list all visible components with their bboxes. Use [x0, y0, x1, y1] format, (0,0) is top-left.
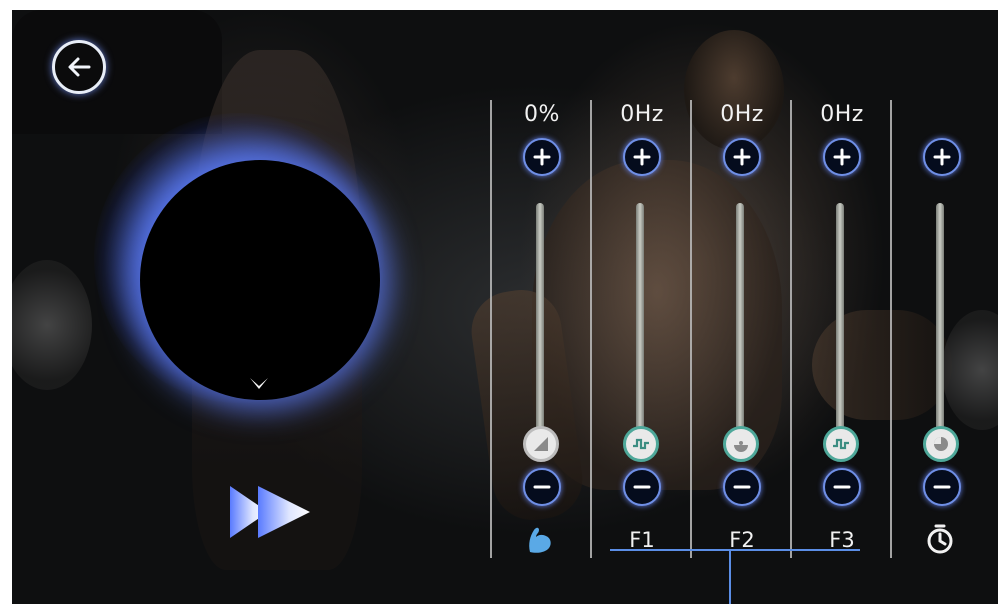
minus-icon [633, 485, 651, 489]
f3-plus-button[interactable] [823, 138, 861, 176]
plus-icon [933, 148, 951, 166]
gauge-icon [734, 441, 748, 452]
chevron-down-icon [250, 378, 268, 389]
flexed-arm-icon [529, 527, 551, 553]
app-screen: 0% 0Hz F1 0Hz F2 0Hz F3 [12, 10, 998, 604]
background-dumbbell-right [942, 310, 998, 430]
intensity-slider-thumb[interactable] [523, 426, 559, 462]
minus-icon [733, 485, 751, 489]
stopwatch-icon [927, 524, 953, 554]
timer-plus-button[interactable] [923, 138, 961, 176]
f3-minus-button[interactable] [823, 468, 861, 506]
background-dumbbell [12, 260, 92, 390]
f1-minus-button[interactable] [623, 468, 661, 506]
f2-value: 0Hz [720, 102, 764, 127]
minus-icon [533, 485, 551, 489]
minus-icon [833, 485, 851, 489]
intensity-dial[interactable] [140, 160, 380, 400]
f2-minus-button[interactable] [723, 468, 761, 506]
background-man-arm-right [812, 310, 952, 420]
f1-value: 0Hz [620, 102, 664, 127]
column-divider [590, 100, 592, 558]
column-divider [490, 100, 492, 558]
f3-slider-thumb[interactable] [823, 426, 859, 462]
column-divider [790, 100, 792, 558]
plus-icon [633, 148, 651, 166]
f1-slider-track[interactable] [636, 203, 644, 453]
column-divider [890, 100, 892, 558]
background-woman-shorts [12, 10, 222, 134]
pulse-wave-icon [833, 438, 849, 450]
f3-value: 0Hz [820, 102, 864, 127]
minus-icon [933, 485, 951, 489]
f1-slider-thumb[interactable] [623, 426, 659, 462]
intensity-minus-button[interactable] [523, 468, 561, 506]
plus-icon [733, 148, 751, 166]
plus-icon [533, 148, 551, 166]
f2-slider-thumb[interactable] [723, 426, 759, 462]
arrow-left-circle-icon [63, 51, 95, 83]
fast-forward-icon[interactable] [228, 480, 312, 544]
f2-slider-track[interactable] [736, 203, 744, 453]
timer-minus-button[interactable] [923, 468, 961, 506]
intensity-slider-track[interactable] [536, 203, 544, 453]
timer-slider-track[interactable] [936, 203, 944, 453]
ramp-icon [534, 437, 548, 451]
f3-slider-track[interactable] [836, 203, 844, 453]
f1-plus-button[interactable] [623, 138, 661, 176]
plus-icon [833, 148, 851, 166]
intensity-value: 0% [524, 102, 560, 127]
timer-slider-thumb[interactable] [923, 426, 959, 462]
back-button[interactable] [52, 40, 106, 94]
column-divider [690, 100, 692, 558]
intensity-plus-button[interactable] [523, 138, 561, 176]
pulse-wave-icon [633, 438, 649, 450]
frequency-group-bracket-stem [729, 549, 731, 604]
background-man-head [684, 30, 784, 150]
timer-pie-icon [934, 437, 948, 451]
f2-plus-button[interactable] [723, 138, 761, 176]
frequency-group-bracket [610, 549, 860, 551]
